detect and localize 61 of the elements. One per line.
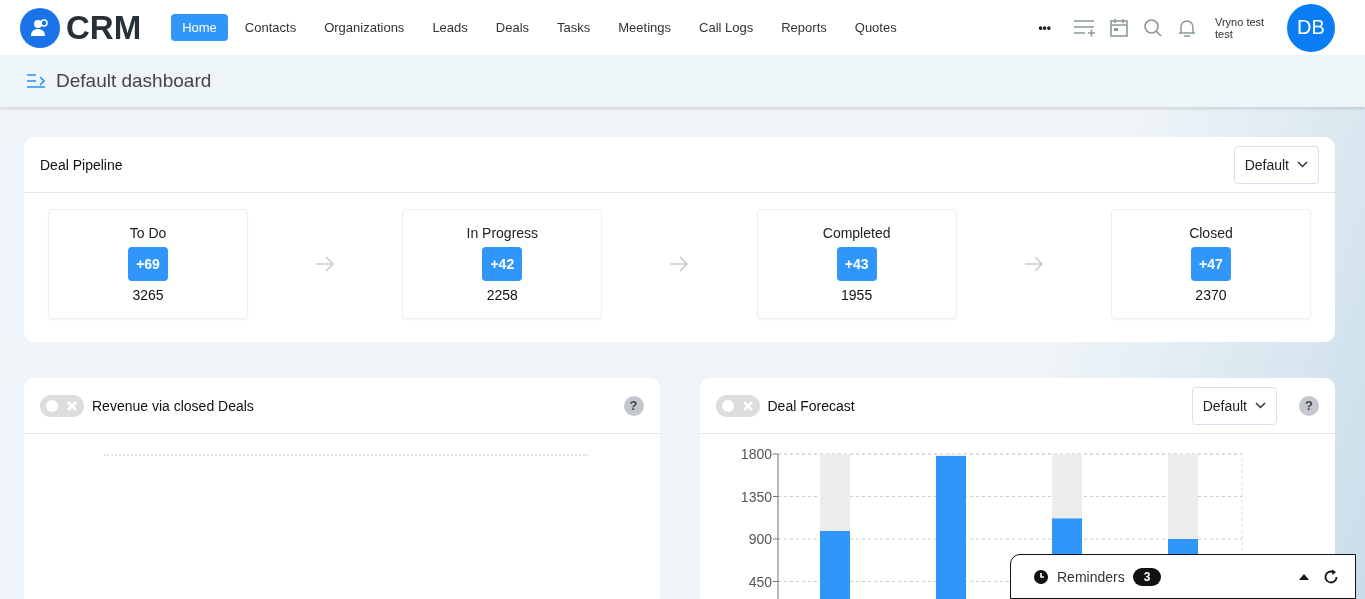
- reminders-count: 3: [1132, 567, 1162, 586]
- stage-card[interactable]: Completed +43 1955: [756, 209, 957, 319]
- stage-card[interactable]: In Progress +42 2258: [402, 209, 603, 319]
- nav-tab[interactable]: Call Logs: [688, 14, 765, 41]
- help-button[interactable]: ?: [1299, 395, 1319, 416]
- nav-tab[interactable]: Contacts: [233, 14, 308, 41]
- nav-tab[interactable]: Deals: [484, 14, 541, 41]
- dropdown[interactable]: Default: [1233, 145, 1319, 184]
- reminders-title: Reminders: [1057, 568, 1125, 585]
- stage-label: In Progress: [466, 225, 539, 241]
- stage-count-badge: +69: [128, 247, 168, 281]
- add-list-icon[interactable]: [1073, 18, 1095, 37]
- stage-count-badge: +42: [482, 247, 523, 281]
- stage-value: 2370: [1195, 287, 1227, 303]
- nav-tab[interactable]: Leads: [421, 14, 479, 41]
- clock-icon: [1033, 568, 1049, 585]
- more-button[interactable]: •••: [1038, 20, 1051, 35]
- axis-label: 1350: [740, 488, 772, 505]
- help-button[interactable]: ?: [623, 395, 644, 416]
- toggle-switch[interactable]: [715, 394, 760, 417]
- collapse-menu-icon[interactable]: [26, 73, 46, 89]
- chevron-down-icon: [1255, 402, 1266, 409]
- arrow-icon: [669, 256, 690, 272]
- stage-value: 3265: [132, 287, 164, 303]
- nav-tab[interactable]: Organizations: [313, 14, 416, 41]
- bell-icon[interactable]: [1177, 17, 1197, 38]
- stage-count-badge: +43: [836, 247, 877, 281]
- stage-value: 2258: [486, 287, 518, 303]
- card-title: Revenue via closed Deals: [92, 397, 254, 414]
- stage-label: Closed: [1189, 225, 1233, 241]
- axis-label: 450: [748, 573, 772, 590]
- axis-label: 1800: [740, 446, 772, 462]
- arrow-icon: [315, 256, 336, 272]
- caret-up-icon[interactable]: [1299, 573, 1309, 580]
- arrow-icon: [1023, 256, 1044, 272]
- user-name: Vryno test test: [1215, 15, 1266, 40]
- nav-tab[interactable]: Reports: [770, 14, 838, 41]
- user-avatar[interactable]: DB: [1287, 3, 1335, 52]
- axis-label: 900: [748, 531, 772, 547]
- card-title: Deal Pipeline: [40, 156, 123, 173]
- stage-label: Completed: [822, 225, 891, 241]
- card-title: Deal Forecast: [767, 397, 855, 414]
- toggle-switch[interactable]: [40, 394, 84, 417]
- page-title: Default dashboard: [56, 70, 212, 92]
- refresh-icon[interactable]: [1323, 568, 1339, 585]
- logo-icon: [20, 7, 60, 48]
- dropdown[interactable]: Default: [1191, 386, 1277, 425]
- bar[interactable]: [819, 530, 850, 599]
- nav-tab[interactable]: Tasks: [546, 14, 602, 41]
- stage-value: 1955: [841, 287, 873, 303]
- stage-card[interactable]: To Do +69 3265: [48, 209, 248, 319]
- nav-tab[interactable]: Meetings: [607, 14, 683, 41]
- search-icon[interactable]: [1143, 17, 1163, 38]
- stage-label: To Do: [129, 225, 167, 241]
- stage-card[interactable]: Closed +47 2370: [1110, 209, 1311, 319]
- stage-count-badge: +47: [1191, 247, 1231, 281]
- nav-tab[interactable]: Quotes: [843, 14, 908, 41]
- chevron-down-icon: [1297, 161, 1308, 168]
- calendar-icon[interactable]: [1109, 17, 1129, 38]
- bar[interactable]: [935, 455, 966, 599]
- logo-text: CRM: [66, 8, 142, 47]
